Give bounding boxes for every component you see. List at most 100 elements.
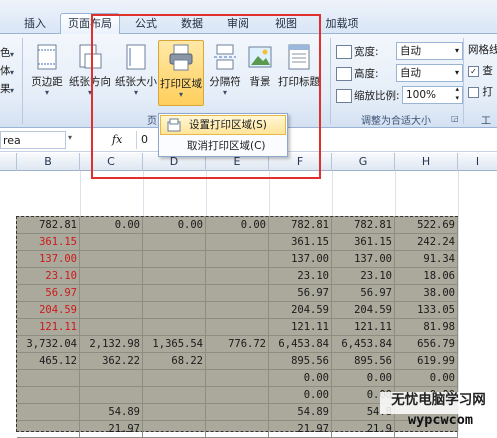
table-cell[interactable]: 522.69 [395,217,458,234]
table-cell[interactable] [206,251,269,268]
tab-insert[interactable]: 插入 [14,14,56,34]
table-cell[interactable]: 0.00 [143,217,206,234]
table-cell[interactable] [143,387,206,404]
table-cell[interactable]: 54.89 [80,404,143,421]
table-cell[interactable]: 137.00 [269,251,332,268]
table-cell[interactable] [17,387,80,404]
table-cell[interactable] [206,421,269,438]
table-cell[interactable]: 2,132.98 [80,336,143,353]
table-cell[interactable]: 21.97 [269,421,332,438]
table-cell[interactable] [143,285,206,302]
table-cell[interactable] [80,234,143,251]
table-cell[interactable] [17,421,80,438]
table-cell[interactable]: 204.59 [269,302,332,319]
table-cell[interactable]: 54.89 [269,404,332,421]
table-cell[interactable]: 121.11 [269,319,332,336]
column-header-g[interactable]: G [332,153,395,171]
column-header-h[interactable]: H [395,153,458,171]
table-cell[interactable]: 361.15 [332,234,395,251]
table-cell[interactable] [143,234,206,251]
table-cell[interactable]: 782.81 [269,217,332,234]
name-box[interactable]: rea [0,131,66,149]
table-cell[interactable]: 56.97 [332,285,395,302]
table-cell[interactable]: 656.79 [395,336,458,353]
table-cell[interactable]: 18.06 [395,268,458,285]
table-cell[interactable] [143,302,206,319]
table-cell[interactable]: 121.11 [17,319,80,336]
checkbox-checked-icon[interactable]: ✓ [468,65,479,77]
select-all-corner[interactable] [0,153,17,171]
table-cell[interactable] [206,370,269,387]
table-cell[interactable] [80,370,143,387]
table-cell[interactable] [143,268,206,285]
width-select[interactable]: 自动 ▾ [396,42,463,60]
table-cell[interactable]: 361.15 [17,234,80,251]
table-cell[interactable] [206,285,269,302]
dialog-launcher-icon[interactable]: ◲ [451,114,459,123]
table-cell[interactable]: 895.56 [269,353,332,370]
table-cell[interactable]: 0.00 [269,370,332,387]
table-cell[interactable]: 68.22 [143,353,206,370]
table-cell[interactable]: 895.56 [332,353,395,370]
table-cell[interactable] [206,234,269,251]
table-cell[interactable] [143,370,206,387]
column-header-i[interactable]: I [458,153,497,171]
table-cell[interactable]: 23.10 [332,268,395,285]
gridlines-view-option[interactable]: ✓ 查 [468,63,497,78]
table-cell[interactable]: 465.12 [17,353,80,370]
table-cell[interactable]: 137.00 [332,251,395,268]
table-cell[interactable]: 782.81 [17,217,80,234]
table-cell[interactable]: 361.15 [269,234,332,251]
table-cell[interactable]: 0.00 [206,217,269,234]
table-cell[interactable]: 21.97 [80,421,143,438]
table-cell[interactable]: 362.22 [80,353,143,370]
checkbox-icon[interactable] [468,86,479,98]
table-cell[interactable]: 204.59 [17,302,80,319]
table-cell[interactable] [206,404,269,421]
table-cell[interactable] [17,370,80,387]
table-cell[interactable]: 0.00 [80,217,143,234]
table-cell[interactable]: 6,453.84 [332,336,395,353]
zoom-spinner[interactable]: 100% ▴ ▾ [402,85,463,104]
table-cell[interactable]: 0.00 [395,370,458,387]
column-header-b[interactable]: B [17,153,80,171]
table-cell[interactable]: 23.10 [17,268,80,285]
table-cell[interactable]: 133.05 [395,302,458,319]
table-cell[interactable]: 81.98 [395,319,458,336]
table-cell[interactable] [143,404,206,421]
table-cell[interactable]: 137.00 [17,251,80,268]
table-cell[interactable] [143,251,206,268]
table-cell[interactable] [80,387,143,404]
table-cell[interactable]: 21.9 [332,421,395,438]
table-cell[interactable]: 1,365.54 [143,336,206,353]
table-cell[interactable]: 0.00 [332,370,395,387]
table-cell[interactable]: 619.99 [395,353,458,370]
table-cell[interactable]: 0.00 [269,387,332,404]
table-cell[interactable]: 776.72 [206,336,269,353]
table-cell[interactable] [206,302,269,319]
table-cell[interactable] [80,319,143,336]
table-cell[interactable] [80,268,143,285]
height-select[interactable]: 自动 ▾ [396,64,463,82]
table-cell[interactable]: 121.11 [332,319,395,336]
table-cell[interactable]: 38.00 [395,285,458,302]
margins-button[interactable]: 页边距 ▾ [26,44,68,97]
table-cell[interactable]: 56.97 [269,285,332,302]
table-cell[interactable]: 242.24 [395,234,458,251]
table-cell[interactable] [80,251,143,268]
chevron-down-icon[interactable]: ▾ [68,133,72,142]
table-cell[interactable]: 782.81 [332,217,395,234]
table-cell[interactable] [80,302,143,319]
table-cell[interactable] [206,268,269,285]
table-cell[interactable] [143,319,206,336]
table-cell[interactable] [206,353,269,370]
table-cell[interactable] [143,421,206,438]
table-cell[interactable]: 91.34 [395,251,458,268]
gridlines-print-option[interactable]: 打 [468,84,497,99]
table-cell[interactable]: 56.97 [17,285,80,302]
table-cell[interactable]: 3,732.04 [17,336,80,353]
table-cell[interactable]: 204.59 [332,302,395,319]
table-cell[interactable] [80,285,143,302]
table-cell[interactable] [206,319,269,336]
table-cell[interactable] [206,387,269,404]
